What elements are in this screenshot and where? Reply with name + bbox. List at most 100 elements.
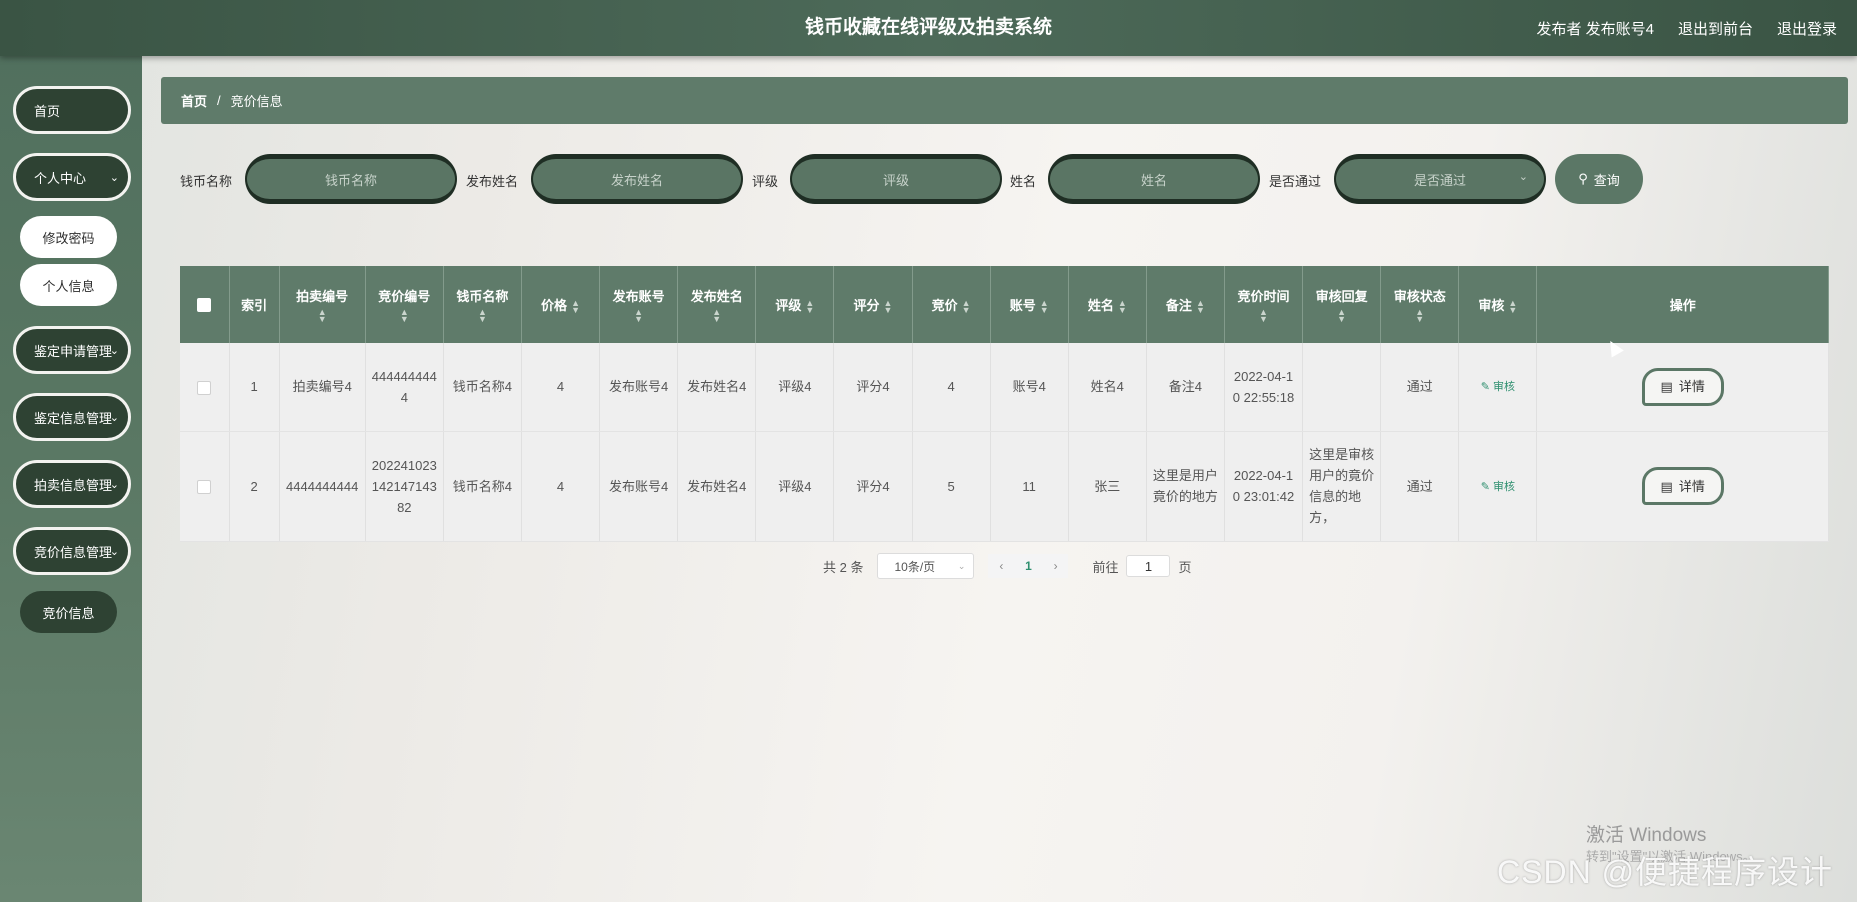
sort-icon[interactable]: ▲ ▼	[805, 298, 814, 314]
audit-link[interactable]: ✎ 审核	[1481, 481, 1515, 493]
goto-page-input[interactable]: 1	[1126, 555, 1171, 577]
column-header-audit[interactable]: 审核 ▲ ▼	[1458, 266, 1538, 343]
cell-index: 2	[229, 431, 280, 542]
table-row: 1 拍卖编号4 4444444444 钱币名称4 4 发布账号4 发布姓名4 评…	[180, 343, 1829, 432]
header-label: 竞价	[931, 298, 958, 313]
column-header-pub-account[interactable]: 发布账号 ▲ ▼	[599, 266, 679, 343]
column-header-price[interactable]: 价格 ▲ ▼	[521, 266, 601, 343]
name-label: 姓名	[1010, 174, 1037, 189]
column-header-bid-time[interactable]: 竞价时间 ▲ ▼	[1224, 266, 1304, 343]
column-header-audit-status[interactable]: 审核状态 ▲ ▼	[1380, 266, 1460, 343]
sort-icon[interactable]: ▲ ▼	[1040, 298, 1049, 314]
sort-icon[interactable]: ▲ ▼	[444, 308, 521, 324]
table-row: 2 4444444444 20224102314214714382 钱币名称4 …	[180, 431, 1829, 542]
column-header-account[interactable]: 账号 ▲ ▼	[990, 266, 1069, 343]
row-checkbox[interactable]	[197, 380, 212, 395]
sort-icon[interactable]: ▲ ▼	[1118, 298, 1127, 314]
back-to-front-link[interactable]: 退出到前台	[1678, 18, 1753, 39]
column-header-remark[interactable]: 备注 ▲ ▼	[1146, 266, 1225, 343]
detail-label: 详情	[1678, 478, 1705, 494]
column-header-grade[interactable]: 评级 ▲ ▼	[755, 266, 835, 343]
cell-audit: ✎ 审核	[1458, 343, 1538, 432]
cell-account: 11	[990, 431, 1069, 542]
prev-page-icon[interactable]: ‹	[999, 559, 1003, 573]
logout-link[interactable]: 退出登录	[1777, 18, 1837, 39]
breadcrumb-home[interactable]: 首页	[181, 91, 207, 110]
cell-account: 账号4	[990, 343, 1069, 432]
sort-icon[interactable]: ▲ ▼	[600, 308, 677, 324]
audit-link[interactable]: ✎ 审核	[1481, 381, 1515, 393]
sidebar-item-bid-info[interactable]: 竞价信息	[20, 591, 117, 633]
chevron-down-icon: ⌄	[1518, 171, 1528, 183]
sort-icon[interactable]: ▲ ▼	[1508, 298, 1517, 314]
csdn-watermark: CSDN @便捷程序设计	[1497, 854, 1834, 890]
sort-icon[interactable]: ▲ ▼	[884, 298, 893, 314]
cell-name: 张三	[1068, 431, 1147, 542]
coin-name-input[interactable]: 钱币名称	[245, 154, 457, 204]
sidebar-item-label: 鉴定信息管理	[34, 410, 113, 426]
select-all-checkbox[interactable]	[197, 298, 212, 313]
column-header-coin-name[interactable]: 钱币名称 ▲ ▼	[443, 266, 522, 343]
cell-actions: ▤ 详情	[1536, 431, 1829, 542]
page-size-select[interactable]: 10条/页 ⌄	[877, 553, 975, 579]
chevron-down-icon: ⌄	[109, 479, 119, 491]
sidebar-item-bid-info-mgmt[interactable]: 竞价信息管理 ⌄	[13, 527, 131, 575]
header-label: 备注	[1165, 298, 1192, 313]
audit-label: 审核	[1492, 381, 1515, 394]
sort-icon[interactable]: ▲ ▼	[280, 308, 365, 324]
passed-select[interactable]: 是否通过 ⌄	[1334, 154, 1546, 204]
column-header-name[interactable]: 姓名 ▲ ▼	[1068, 266, 1147, 343]
header-label: 审核	[1478, 298, 1505, 313]
column-header-bid-no[interactable]: 竞价编号 ▲ ▼	[365, 266, 444, 343]
header-actions: 发布者 发布账号4 退出到前台 退出登录	[1536, 0, 1837, 56]
column-header-pub-name[interactable]: 发布姓名 ▲ ▼	[677, 266, 757, 343]
column-header-audit-reply[interactable]: 审核回复 ▲ ▼	[1302, 266, 1382, 343]
sidebar-item-auction-info[interactable]: 拍卖信息管理 ⌄	[13, 460, 131, 508]
sort-icon[interactable]: ▲ ▼	[366, 308, 443, 324]
header-label: 评级	[775, 298, 802, 313]
header-label: 索引	[241, 298, 268, 313]
row-checkbox[interactable]	[197, 480, 212, 495]
cell-score: 评分4	[833, 431, 913, 542]
sidebar-item-personal-info[interactable]: 个人信息	[20, 264, 117, 306]
sidebar-item-change-password[interactable]: 修改密码	[20, 216, 117, 258]
grade-input[interactable]: 评级	[790, 154, 1002, 204]
sort-icon[interactable]: ▲ ▼	[1381, 308, 1458, 324]
publisher-name-input[interactable]: 发布姓名	[531, 154, 743, 204]
chevron-down-icon: ⌄	[109, 412, 119, 424]
sidebar-item-appraisal-apply[interactable]: 鉴定申请管理 ⌄	[13, 326, 131, 374]
total-count: 共 2 条	[823, 559, 864, 575]
table-header-row: 索引 拍卖编号 ▲ ▼ 竞价编号 ▲ ▼ 钱币名称 ▲ ▼ 价格 ▲ ▼ 发布账号 ▲ ▼ 发布姓名…	[180, 266, 1829, 343]
select-all-header[interactable]	[180, 266, 230, 343]
column-header-bid[interactable]: 竞价 ▲ ▼	[912, 266, 991, 343]
column-header-score[interactable]: 评分 ▲ ▼	[833, 266, 913, 343]
sort-icon[interactable]: ▲ ▼	[1196, 298, 1205, 314]
cell-bid-no: 20224102314214714382	[365, 431, 444, 542]
publisher-name-label: 发布姓名	[466, 174, 519, 189]
bid-table: 索引 拍卖编号 ▲ ▼ 竞价编号 ▲ ▼ 钱币名称 ▲ ▼ 价格 ▲ ▼ 发布账号 ▲ ▼ 发布姓名…	[180, 266, 1829, 542]
cell-bid-time: 2022-04-10 22:55:18	[1224, 343, 1304, 432]
page-unit-label: 页	[1178, 559, 1192, 575]
sidebar-item-label: 鉴定申请管理	[34, 343, 113, 359]
sort-icon[interactable]: ▲ ▼	[678, 308, 755, 324]
row-select-cell[interactable]	[180, 431, 230, 542]
header-label: 钱币名称	[456, 289, 509, 304]
name-input[interactable]: 姓名	[1048, 154, 1260, 204]
header-label: 竞价编号	[378, 289, 431, 304]
column-header-auction-no[interactable]: 拍卖编号 ▲ ▼	[279, 266, 366, 343]
sidebar-item-appraisal-info[interactable]: 鉴定信息管理 ⌄	[13, 393, 131, 441]
sort-icon[interactable]: ▲ ▼	[1303, 308, 1380, 324]
next-page-icon[interactable]: ›	[1054, 559, 1058, 573]
detail-button[interactable]: ▤ 详情	[1641, 467, 1724, 505]
row-select-cell[interactable]	[180, 343, 230, 432]
edit-icon: ✎	[1480, 480, 1490, 493]
sort-icon[interactable]: ▲ ▼	[1225, 308, 1302, 324]
sort-icon[interactable]: ▲ ▼	[571, 298, 580, 314]
sort-icon[interactable]: ▲ ▼	[962, 298, 971, 314]
breadcrumb: 首页 / 竞价信息	[161, 77, 1848, 124]
cell-bid: 5	[912, 431, 991, 542]
query-button[interactable]: ⚲ 查询	[1555, 154, 1643, 204]
page-number-current[interactable]: 1	[1025, 559, 1032, 573]
sidebar-item-home[interactable]: 首页	[13, 86, 131, 134]
detail-button[interactable]: ▤ 详情	[1641, 367, 1724, 406]
